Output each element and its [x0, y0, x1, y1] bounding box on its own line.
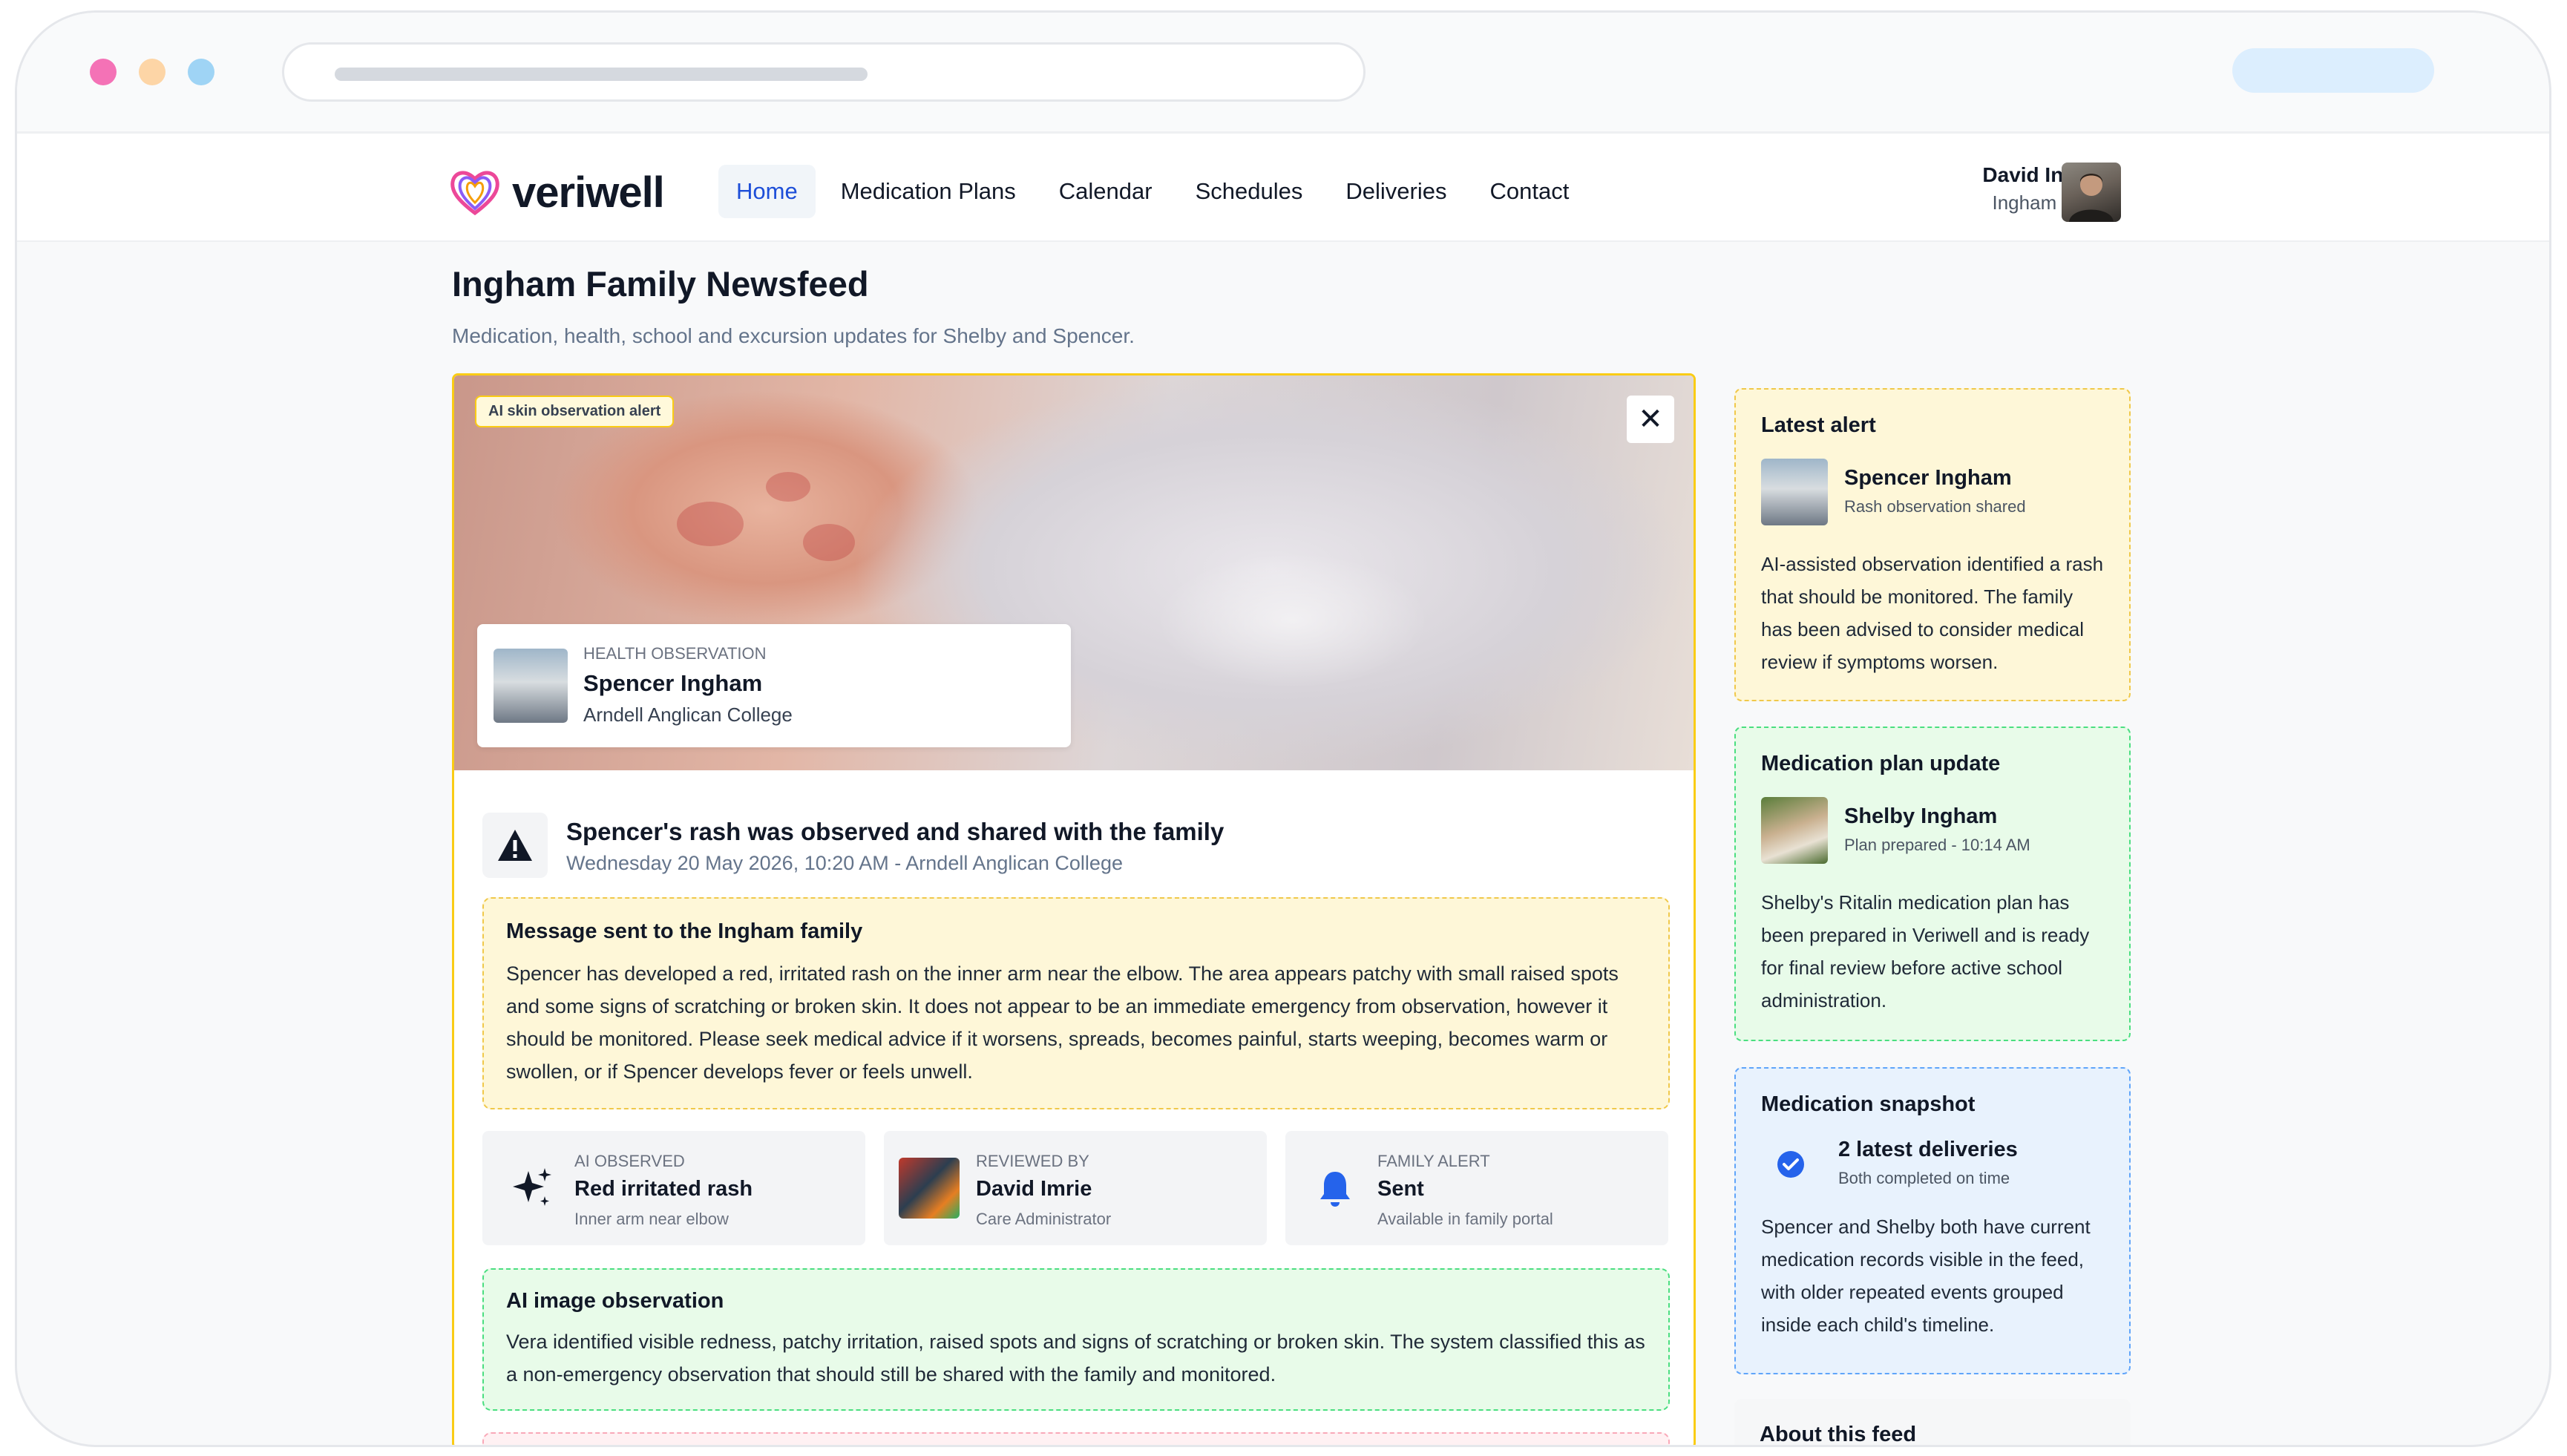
latest-alert-card[interactable]: Latest alert Spencer Ingham Rash observa… [1734, 388, 2131, 701]
user-avatar[interactable] [2062, 163, 2121, 222]
about-feed-card[interactable]: About this feed [1734, 1399, 2131, 1446]
bell-icon [1311, 1164, 1360, 1213]
subject-school: Arndell Anglican College [583, 704, 793, 726]
message-body: Spencer has developed a red, irritated r… [506, 963, 1619, 1083]
warning-icon [498, 830, 532, 861]
avatar [1761, 459, 1828, 525]
message-heading: Message sent to the Ingham family [506, 919, 863, 943]
observation-kicker: HEALTH OBSERVATION [583, 644, 767, 663]
stat-kicker: REVIEWED BY [976, 1152, 1089, 1170]
story-title[interactable]: Spencer's rash was observed and shared w… [566, 818, 1224, 846]
maximize-window-dot[interactable] [188, 59, 214, 85]
stat-ai-observed: AI OBSERVED Red irritated rash Inner arm… [482, 1131, 865, 1245]
minimize-window-dot[interactable] [139, 59, 165, 85]
plan-person: Shelby Ingham Plan prepared - 10:14 AM [1761, 797, 2104, 865]
address-placeholder [335, 68, 868, 81]
ai-observation-heading: AI image observation [506, 1289, 724, 1313]
subject-photo [494, 649, 568, 723]
stat-value: Sent [1377, 1177, 1424, 1201]
plan-heading: Medication plan update [1761, 752, 2001, 775]
avatar [1761, 797, 1828, 864]
person-name: Spencer Ingham [1844, 466, 2012, 490]
family-message-box: Message sent to the Ingham family Spence… [482, 897, 1670, 1109]
stat-sub: Inner arm near elbow [574, 1210, 729, 1228]
sparkles-icon [508, 1164, 557, 1213]
person-sub: Rash observation shared [1844, 497, 2026, 516]
brand-wordmark: veriwell [512, 168, 665, 217]
stat-value: David Imrie [976, 1177, 1092, 1201]
close-window-dot[interactable] [90, 59, 117, 85]
ai-observation-box: AI image observation Vera identified vis… [482, 1268, 1670, 1411]
latest-alert-body: AI-assisted observation identified a ras… [1761, 553, 2104, 673]
latest-alert-heading: Latest alert [1761, 413, 1876, 437]
warning-icon-box [482, 813, 548, 878]
subject-name: Spencer Ingham [583, 670, 763, 696]
stat-value: Red irritated rash [574, 1177, 753, 1201]
stat-sub: Available in family portal [1377, 1210, 1553, 1228]
plan-body: Shelby's Ritalin medication plan has bee… [1761, 891, 2090, 1011]
stat-kicker: FAMILY ALERT [1377, 1152, 1490, 1170]
close-button[interactable]: ✕ [1627, 396, 1674, 443]
browser-action-pill[interactable] [2232, 48, 2434, 93]
nav-schedules[interactable]: Schedules [1178, 165, 1321, 218]
ai-alert-tag: AI skin observation alert [475, 396, 675, 427]
site-navbar: veriwell Home Medication Plans Calendar … [17, 134, 2549, 242]
snapshot-title: 2 latest deliveries [1838, 1138, 2018, 1161]
snapshot-summary: 2 latest deliveries Both completed on ti… [1761, 1138, 2104, 1190]
ai-observation-body: Vera identified visible redness, patchy … [506, 1331, 1645, 1386]
rash-spot [677, 502, 744, 546]
address-bar[interactable] [282, 42, 1366, 102]
latest-alert-person: Spencer Ingham Rash observation shared [1761, 459, 2104, 527]
browser-window: veriwell Home Medication Plans Calendar … [15, 10, 2551, 1447]
story-meta: Wednesday 20 May 2026, 10:20 AM - Arndel… [566, 852, 1123, 874]
page-title: Ingham Family Newsfeed [452, 264, 869, 304]
nav-calendar[interactable]: Calendar [1041, 165, 1170, 218]
next-section-box [482, 1432, 1670, 1445]
nav-deliveries[interactable]: Deliveries [1328, 165, 1464, 218]
check-circle-icon [1776, 1150, 1806, 1179]
observation-photo: AI skin observation alert ✕ HEALTH OBSER… [454, 376, 1694, 770]
rash-spot [803, 524, 855, 561]
person-silhouette-icon [2069, 174, 2114, 222]
page-subtitle: Medication, health, school and excursion… [452, 324, 1135, 347]
nav-contact[interactable]: Contact [1472, 165, 1587, 218]
about-heading: About this feed [1760, 1423, 1917, 1446]
stat-sub: Care Administrator [976, 1210, 1112, 1228]
browser-chrome [17, 13, 2549, 134]
medication-plan-card[interactable]: Medication plan update Shelby Ingham Pla… [1734, 727, 2131, 1041]
nav-home[interactable]: Home [718, 165, 816, 218]
stat-reviewed-by: REVIEWED BY David Imrie Care Administrat… [884, 1131, 1267, 1245]
feed-card: AI skin observation alert ✕ HEALTH OBSER… [452, 373, 1696, 1445]
main-nav: Home Medication Plans Calendar Schedules… [718, 165, 1594, 218]
stat-kicker: AI OBSERVED [574, 1152, 685, 1170]
brand-logo[interactable]: veriwell [448, 167, 665, 217]
medication-snapshot-card[interactable]: Medication snapshot 2 latest deliveries … [1734, 1067, 2131, 1374]
person-name: Shelby Ingham [1844, 804, 1998, 828]
nav-medication-plans[interactable]: Medication Plans [823, 165, 1034, 218]
snapshot-body: Spencer and Shelby both have current med… [1761, 1216, 2091, 1336]
rash-spot [766, 472, 810, 502]
reviewer-photo [899, 1158, 960, 1219]
heart-logo-icon [450, 171, 499, 216]
snapshot-sub: Both completed on time [1838, 1169, 2010, 1187]
stat-family-alert: FAMILY ALERT Sent Available in family po… [1285, 1131, 1668, 1245]
person-sub: Plan prepared - 10:14 AM [1844, 836, 2030, 854]
close-icon: ✕ [1638, 403, 1663, 436]
snapshot-heading: Medication snapshot [1761, 1092, 1976, 1116]
observation-subject-card[interactable]: HEALTH OBSERVATION Spencer Ingham Arndel… [477, 624, 1071, 747]
